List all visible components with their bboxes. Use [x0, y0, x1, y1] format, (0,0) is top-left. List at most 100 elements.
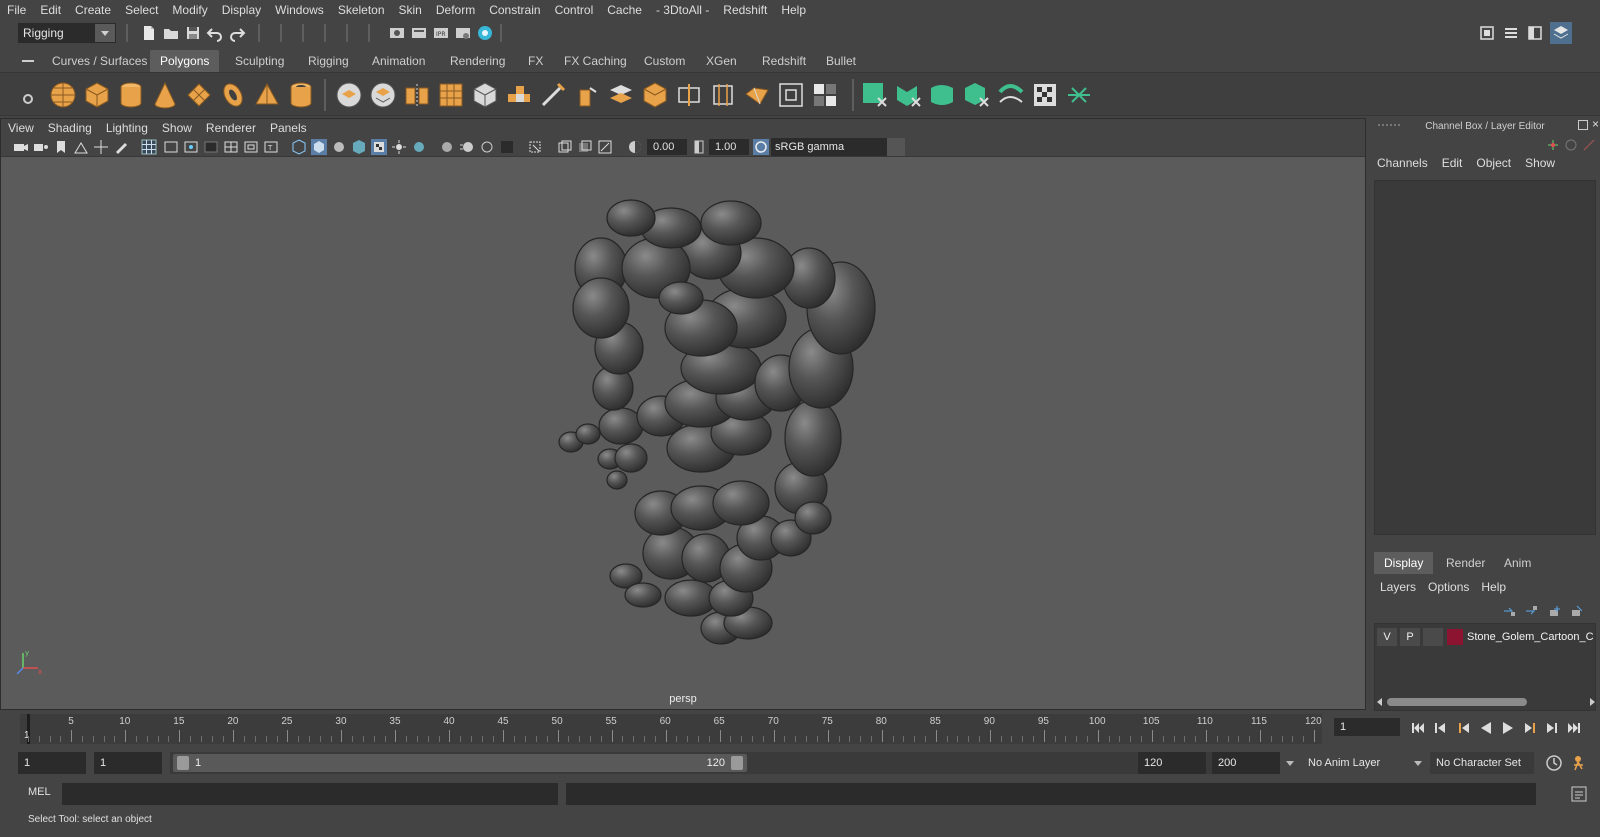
gear-icon[interactable] [22, 93, 34, 105]
channel-box-toggle-icon[interactable] [1550, 22, 1572, 44]
smooth-icon[interactable] [436, 80, 466, 110]
layer-playback-toggle[interactable]: P [1400, 628, 1420, 646]
modeling-toolkit-icon[interactable] [1478, 24, 1496, 42]
camera-attributes-icon[interactable] [33, 139, 49, 155]
motion-blur-icon[interactable] [459, 139, 475, 155]
new-layer-selected-icon[interactable] [1570, 604, 1584, 618]
tab-fx-caching[interactable]: FX Caching [554, 50, 637, 72]
ipr-render-icon[interactable]: IPR [432, 24, 450, 42]
menu-select[interactable]: Select [118, 0, 165, 20]
hypershade-icon[interactable] [476, 24, 494, 42]
menu-skeleton[interactable]: Skeleton [331, 0, 392, 20]
range-slider-handle[interactable]: 1 120 [173, 754, 747, 772]
gate-mask-icon[interactable] [203, 139, 219, 155]
scroll-right-icon[interactable] [1590, 698, 1595, 706]
layer-display-type-toggle[interactable] [1423, 628, 1443, 646]
safe-action-icon[interactable] [243, 139, 259, 155]
new-layer-icon[interactable] [1548, 604, 1562, 618]
vp-menu-shading[interactable]: Shading [41, 121, 99, 135]
float-window-icon[interactable] [1578, 120, 1588, 130]
poke-face-icon[interactable] [742, 80, 772, 110]
step-back-frame-icon[interactable] [1432, 720, 1448, 736]
offset-edge-loop-icon[interactable] [708, 80, 738, 110]
anti-aliasing-icon[interactable] [479, 139, 495, 155]
animation-end-field[interactable]: 200 [1212, 752, 1280, 774]
cb-menu-show[interactable]: Show [1518, 156, 1562, 174]
wireframe-on-shaded-icon[interactable] [331, 139, 347, 155]
anim-layer-dropdown[interactable]: No Anim Layer [1302, 752, 1408, 774]
gamma-field[interactable]: 1.00 [709, 139, 749, 155]
bevel-icon[interactable] [470, 80, 500, 110]
play-backwards-icon[interactable] [1478, 720, 1494, 736]
layer-list-scrollbar[interactable] [1377, 696, 1595, 708]
close-icon[interactable]: × [1592, 118, 1600, 130]
grease-pencil-icon[interactable] [113, 139, 129, 155]
step-forward-frame-icon[interactable] [1544, 720, 1560, 736]
poly-torus-icon[interactable] [218, 80, 248, 110]
stone-golem-model[interactable] [1, 158, 1367, 709]
menu-windows[interactable]: Windows [268, 0, 331, 20]
menu-redshift[interactable]: Redshift [716, 0, 774, 20]
save-scene-icon[interactable] [184, 24, 202, 42]
poly-cylinder-icon[interactable] [116, 80, 146, 110]
film-gate-icon[interactable] [163, 139, 179, 155]
gamma-icon[interactable] [691, 139, 707, 155]
time-ruler[interactable]: 1 5 10 15 20 25 30 35 40 45 50 55 60 65 70 75 80 85 90 95 1… [20, 714, 1322, 744]
tab-redshift[interactable]: Redshift [752, 50, 816, 72]
channel-box-area[interactable] [1374, 180, 1596, 535]
uv-editor-icon[interactable] [860, 80, 890, 110]
script-editor-icon[interactable] [1570, 785, 1588, 803]
tab-render[interactable]: Render [1436, 552, 1495, 574]
le-menu-options[interactable]: Options [1422, 580, 1475, 594]
poly-cone-icon[interactable] [150, 80, 180, 110]
channel-box-rotate-icon[interactable] [1564, 138, 1578, 152]
tab-anim[interactable]: Anim [1494, 552, 1541, 574]
tab-bullet[interactable]: Bullet [816, 50, 866, 72]
move-layer-up-icon[interactable] [1502, 604, 1516, 618]
menu-deform[interactable]: Deform [429, 0, 482, 20]
mirror-icon[interactable] [402, 80, 432, 110]
image-plane-icon[interactable] [73, 139, 89, 155]
smooth-shade-icon[interactable] [311, 139, 327, 155]
menuset-dropdown[interactable]: Rigging [18, 23, 116, 43]
xray-icon[interactable] [557, 139, 573, 155]
undo-icon[interactable] [206, 24, 224, 42]
poly-cube-icon[interactable] [82, 80, 112, 110]
cb-menu-channels[interactable]: Channels [1370, 156, 1435, 174]
fill-hole-icon[interactable] [640, 80, 670, 110]
safe-title-icon[interactable]: T [263, 139, 279, 155]
menu-3dtoall[interactable]: - 3DtoAll - [649, 0, 716, 20]
unfold-icon[interactable] [996, 80, 1026, 110]
play-forwards-icon[interactable] [1500, 720, 1516, 736]
tool-settings-icon[interactable] [1526, 24, 1544, 42]
tab-fx[interactable]: FX [518, 50, 553, 72]
chevron-down-icon[interactable] [1284, 758, 1296, 768]
vp-menu-renderer[interactable]: Renderer [199, 121, 263, 135]
textured-icon[interactable] [351, 139, 367, 155]
le-menu-layers[interactable]: Layers [1374, 580, 1422, 594]
move-layer-down-icon[interactable] [1524, 604, 1538, 618]
tab-sculpting[interactable]: Sculpting [225, 50, 294, 72]
poly-plane-icon[interactable] [184, 80, 214, 110]
channel-box-scale-icon[interactable] [1582, 138, 1596, 152]
camera-icon[interactable] [13, 139, 29, 155]
extrude-icon[interactable] [504, 80, 534, 110]
grid-icon[interactable] [141, 139, 157, 155]
tab-animation[interactable]: Animation [362, 50, 435, 72]
step-forward-key-icon[interactable] [1522, 720, 1538, 736]
poly-pyramid-icon[interactable] [252, 80, 282, 110]
layer-row[interactable]: V P Stone_Golem_Cartoon_C [1375, 628, 1595, 646]
wedge-icon[interactable] [776, 80, 806, 110]
ambient-occlusion-icon[interactable] [439, 139, 455, 155]
go-to-start-icon[interactable] [1410, 720, 1426, 736]
poly-pipe-icon[interactable] [286, 80, 316, 110]
depth-of-field-icon[interactable] [499, 139, 515, 155]
separate-icon[interactable] [368, 80, 398, 110]
cb-menu-object[interactable]: Object [1469, 156, 1518, 174]
vp-menu-lighting[interactable]: Lighting [99, 121, 155, 135]
bookmark-icon[interactable] [53, 139, 69, 155]
menu-constrain[interactable]: Constrain [482, 0, 547, 20]
menu-file[interactable]: File [0, 0, 33, 20]
poly-sphere-icon[interactable] [48, 80, 78, 110]
combine-icon[interactable] [334, 80, 364, 110]
